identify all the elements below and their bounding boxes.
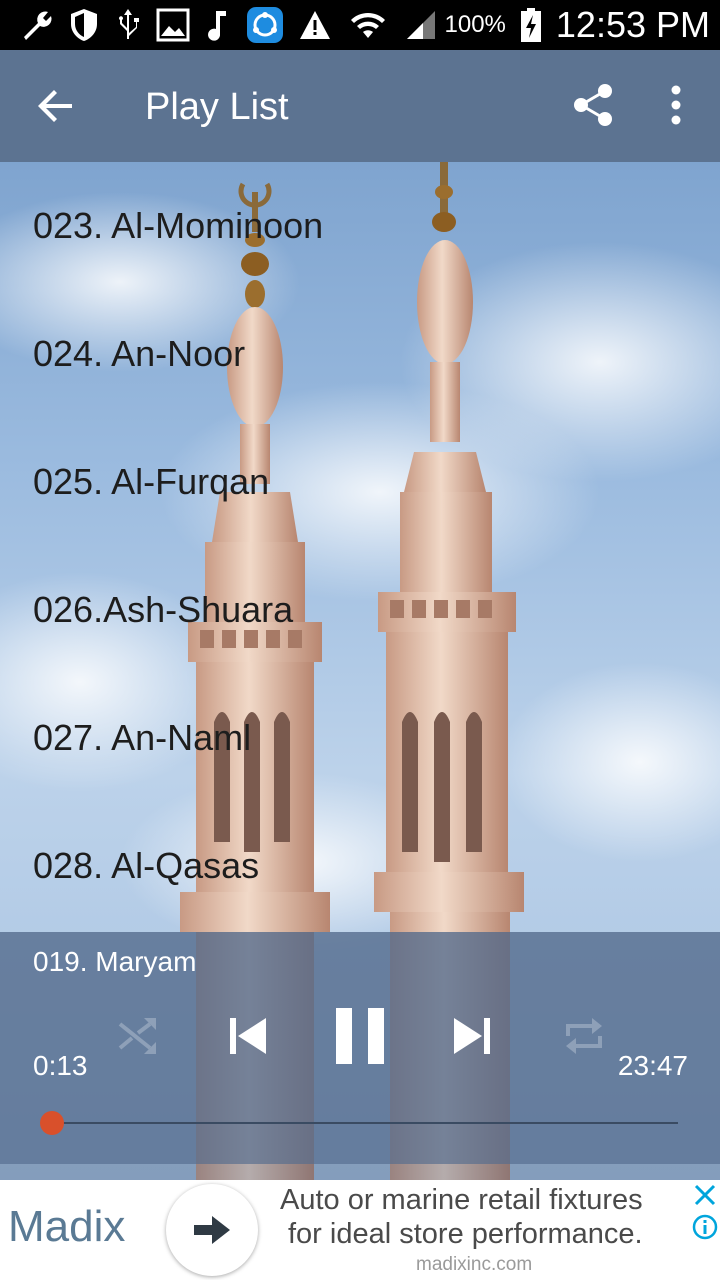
close-icon bbox=[694, 1184, 716, 1206]
playlist-item[interactable]: 027. An-Naml bbox=[0, 674, 720, 802]
info-icon bbox=[692, 1214, 718, 1240]
usb-icon bbox=[114, 0, 142, 50]
next-button[interactable] bbox=[450, 1014, 494, 1058]
shuffle-button[interactable] bbox=[116, 1016, 158, 1056]
warning-icon bbox=[298, 0, 332, 50]
app-bar: Play List bbox=[0, 50, 720, 162]
seek-bar[interactable] bbox=[46, 1122, 678, 1124]
battery-charging-icon bbox=[520, 0, 542, 50]
signal-icon bbox=[401, 0, 437, 50]
notification-icons bbox=[0, 0, 332, 50]
more-vert-icon bbox=[671, 85, 681, 125]
arrow-back-icon bbox=[38, 90, 72, 122]
now-playing-title: 019. Maryam bbox=[33, 946, 197, 977]
total-duration: 23:47 bbox=[617, 1050, 688, 1081]
back-button[interactable] bbox=[36, 86, 76, 126]
wrench-icon bbox=[18, 0, 54, 50]
playlist-item[interactable]: 025. Al-Furqan bbox=[0, 418, 720, 546]
skip-previous-icon bbox=[230, 1018, 266, 1054]
ad-brand-logo[interactable]: Madix bbox=[8, 1202, 125, 1252]
repeat-button[interactable] bbox=[562, 1016, 606, 1056]
page-title: Play List bbox=[145, 86, 289, 128]
arrow-forward-icon bbox=[194, 1216, 230, 1244]
shuffle-icon bbox=[118, 1018, 156, 1054]
image-icon bbox=[156, 0, 190, 50]
share-button[interactable] bbox=[570, 82, 616, 128]
wifi-icon bbox=[349, 0, 387, 50]
status-bar: 100% 12:53 PM bbox=[0, 0, 720, 50]
more-options-button[interactable] bbox=[660, 82, 692, 128]
system-icons: 100% 12:53 PM bbox=[343, 0, 710, 50]
ad-url: madixinc.com bbox=[416, 1254, 533, 1275]
ad-close-button[interactable] bbox=[692, 1182, 718, 1208]
ad-banner[interactable]: Madix Auto or marine retail fixtures for… bbox=[0, 1180, 720, 1280]
playlist: 023. Al-Mominoon 024. An-Noor 025. Al-Fu… bbox=[0, 162, 720, 930]
pause-icon bbox=[336, 1008, 384, 1064]
repeat-icon bbox=[566, 1018, 602, 1054]
shield-icon bbox=[68, 0, 100, 50]
playlist-item[interactable]: 024. An-Noor bbox=[0, 290, 720, 418]
share-icon bbox=[574, 84, 612, 126]
background-strip bbox=[0, 1164, 720, 1180]
clock: 12:53 PM bbox=[555, 4, 710, 45]
seek-thumb[interactable] bbox=[40, 1111, 65, 1135]
playlist-item[interactable]: 023. Al-Mominoon bbox=[0, 162, 720, 290]
playlist-item[interactable]: 026.Ash-Shuara bbox=[0, 546, 720, 674]
previous-button[interactable] bbox=[226, 1014, 270, 1058]
elapsed-time: 0:13 bbox=[33, 1050, 88, 1081]
ad-action-button[interactable] bbox=[166, 1184, 258, 1276]
ad-headline-line2: for ideal store performance. bbox=[288, 1218, 643, 1250]
battery-percentage: 100% bbox=[444, 11, 506, 38]
pause-button[interactable] bbox=[334, 1006, 386, 1066]
skip-next-icon bbox=[454, 1018, 490, 1054]
playlist-item[interactable]: 028. Al-Qasas bbox=[0, 802, 720, 930]
ad-info-button[interactable] bbox=[692, 1214, 718, 1240]
share-it-icon bbox=[246, 0, 284, 50]
ad-headline-line1: Auto or marine retail fixtures bbox=[280, 1184, 643, 1216]
music-note-icon bbox=[204, 0, 232, 50]
player-panel: 019. Maryam 0:13 23:47 bbox=[0, 932, 720, 1164]
